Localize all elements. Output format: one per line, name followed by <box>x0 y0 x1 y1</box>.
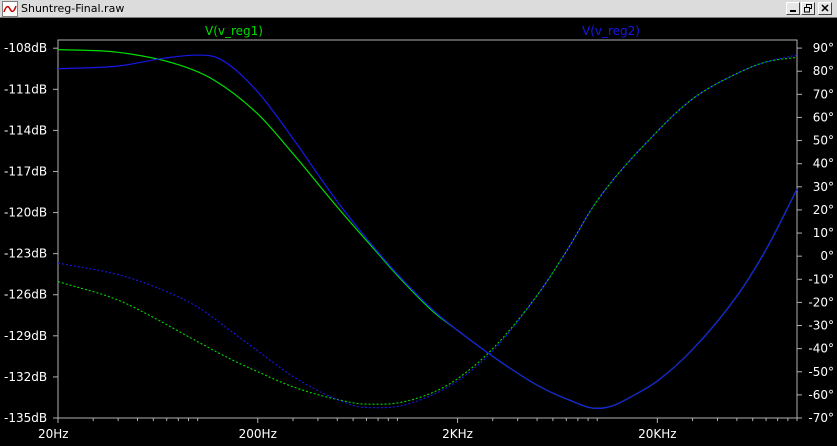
x-tick-label: 20Hz <box>38 427 69 441</box>
y-left-tick-label: -132dB <box>4 370 47 384</box>
y-right-tick-label: 0° <box>820 249 834 263</box>
series-2-phase-line <box>57 54 798 409</box>
y-left-tick-label: -111dB <box>4 82 47 96</box>
bode-plot: -108dB -111dB -114dB -117dB -120dB -123dB -126… <box>4 24 834 441</box>
y-right-tick-label: -10° <box>808 272 834 286</box>
plot-frame <box>57 39 798 419</box>
y-left-tick-label: -123dB <box>4 247 47 261</box>
series-2-magnitude-line <box>57 54 798 410</box>
y-right-tick-label: -70° <box>808 411 834 425</box>
y-right-tick-label: -20° <box>808 295 834 309</box>
y-right-tick-label: 80° <box>813 64 834 78</box>
x-tick-label: 2KHz <box>442 427 473 441</box>
y-right-tick-label: 70° <box>813 87 834 101</box>
x-tick-label: 20KHz <box>638 427 676 441</box>
y-left-tick-label: -135dB <box>4 411 47 425</box>
y-left-tick-label: -126dB <box>4 288 47 302</box>
y-right-tick-label: 50° <box>813 134 834 148</box>
y-right-tick-label: -50° <box>808 365 834 379</box>
restore-icon <box>804 4 812 13</box>
minimize-icon <box>790 10 796 12</box>
restore-button[interactable] <box>801 2 815 15</box>
plot-window: Shuntreg-Final.raw -108dB -111dB -114dB -11… <box>0 0 837 446</box>
y-right-tick-label: 10° <box>813 226 834 240</box>
y-left-tick-label: -108dB <box>4 41 47 55</box>
y-left-tick-label: -114dB <box>4 123 47 137</box>
y-right-tick-label: -60° <box>808 388 834 402</box>
y-right-tick-label: 40° <box>813 157 834 171</box>
y-left-tick-label: -117dB <box>4 164 47 178</box>
minimize-button[interactable] <box>786 2 800 15</box>
y-right-tick-label: 30° <box>813 180 834 194</box>
x-tick-label: 200Hz <box>239 427 277 441</box>
waveform-icon <box>2 1 18 17</box>
legend-reg2[interactable]: V(v_reg2) <box>582 24 640 38</box>
y-right-tick-label: 60° <box>813 110 834 124</box>
y-right-tick-label: 90° <box>813 41 834 55</box>
close-button[interactable] <box>818 2 832 15</box>
window-title: Shuntreg-Final.raw <box>21 2 125 15</box>
series-1-phase-line <box>57 56 798 405</box>
legend-reg1[interactable]: V(v_reg1) <box>205 24 263 38</box>
close-icon <box>821 4 829 12</box>
title-bar[interactable]: Shuntreg-Final.raw <box>0 0 837 18</box>
y-left-tick-label: -120dB <box>4 206 47 220</box>
y-right-tick-label: -30° <box>808 319 834 333</box>
y-right-tick-label: -40° <box>808 342 834 356</box>
y-right-tick-label: 20° <box>813 203 834 217</box>
y-left-tick-label: -129dB <box>4 329 47 343</box>
